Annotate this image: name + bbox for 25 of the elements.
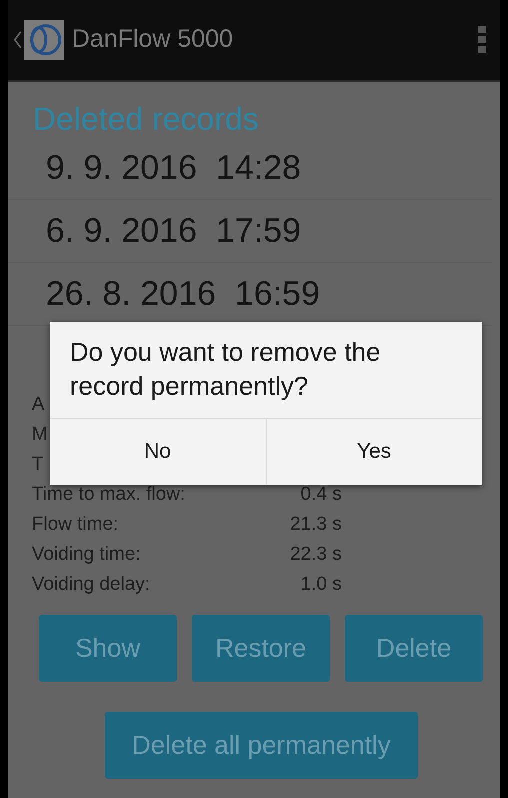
stat-value: 0.4 s [300,482,342,507]
stat-value: 22.3 s [289,542,342,567]
stat-label: M [32,424,48,445]
dialog-button[interactable]: No [50,418,266,485]
record-item[interactable]: 9. 9. 2016 14:28 [8,137,492,200]
stat-label: Voiding time: [32,544,141,565]
section-title: Deleted records [32,100,260,138]
action-button[interactable]: Delete [345,615,483,682]
stat-label: Voiding delay: [32,574,150,595]
more-menu-icon[interactable] [478,26,486,54]
app-title: DanFlow 5000 [72,24,234,56]
dialog-button[interactable]: Yes [266,418,482,485]
delete-all-button[interactable]: Delete all permanently [105,712,418,780]
action-button[interactable]: Restore [192,615,330,682]
action-button[interactable]: Show [39,615,177,682]
record-item[interactable]: 6. 9. 2016 17:59 [8,200,492,264]
app-logo-icon[interactable] [24,20,64,60]
stat-label: Time to max. flow: [32,484,186,505]
stat-label: A [32,394,45,415]
dialog-message: Do you want to remove the record permanently? [69,336,382,403]
stat-label: T [32,454,44,475]
stat-value: 1.0 s [300,572,342,597]
back-icon[interactable] [14,31,22,49]
stat-value: 21.3 s [289,512,342,537]
stat-label: Flow time: [32,514,119,535]
